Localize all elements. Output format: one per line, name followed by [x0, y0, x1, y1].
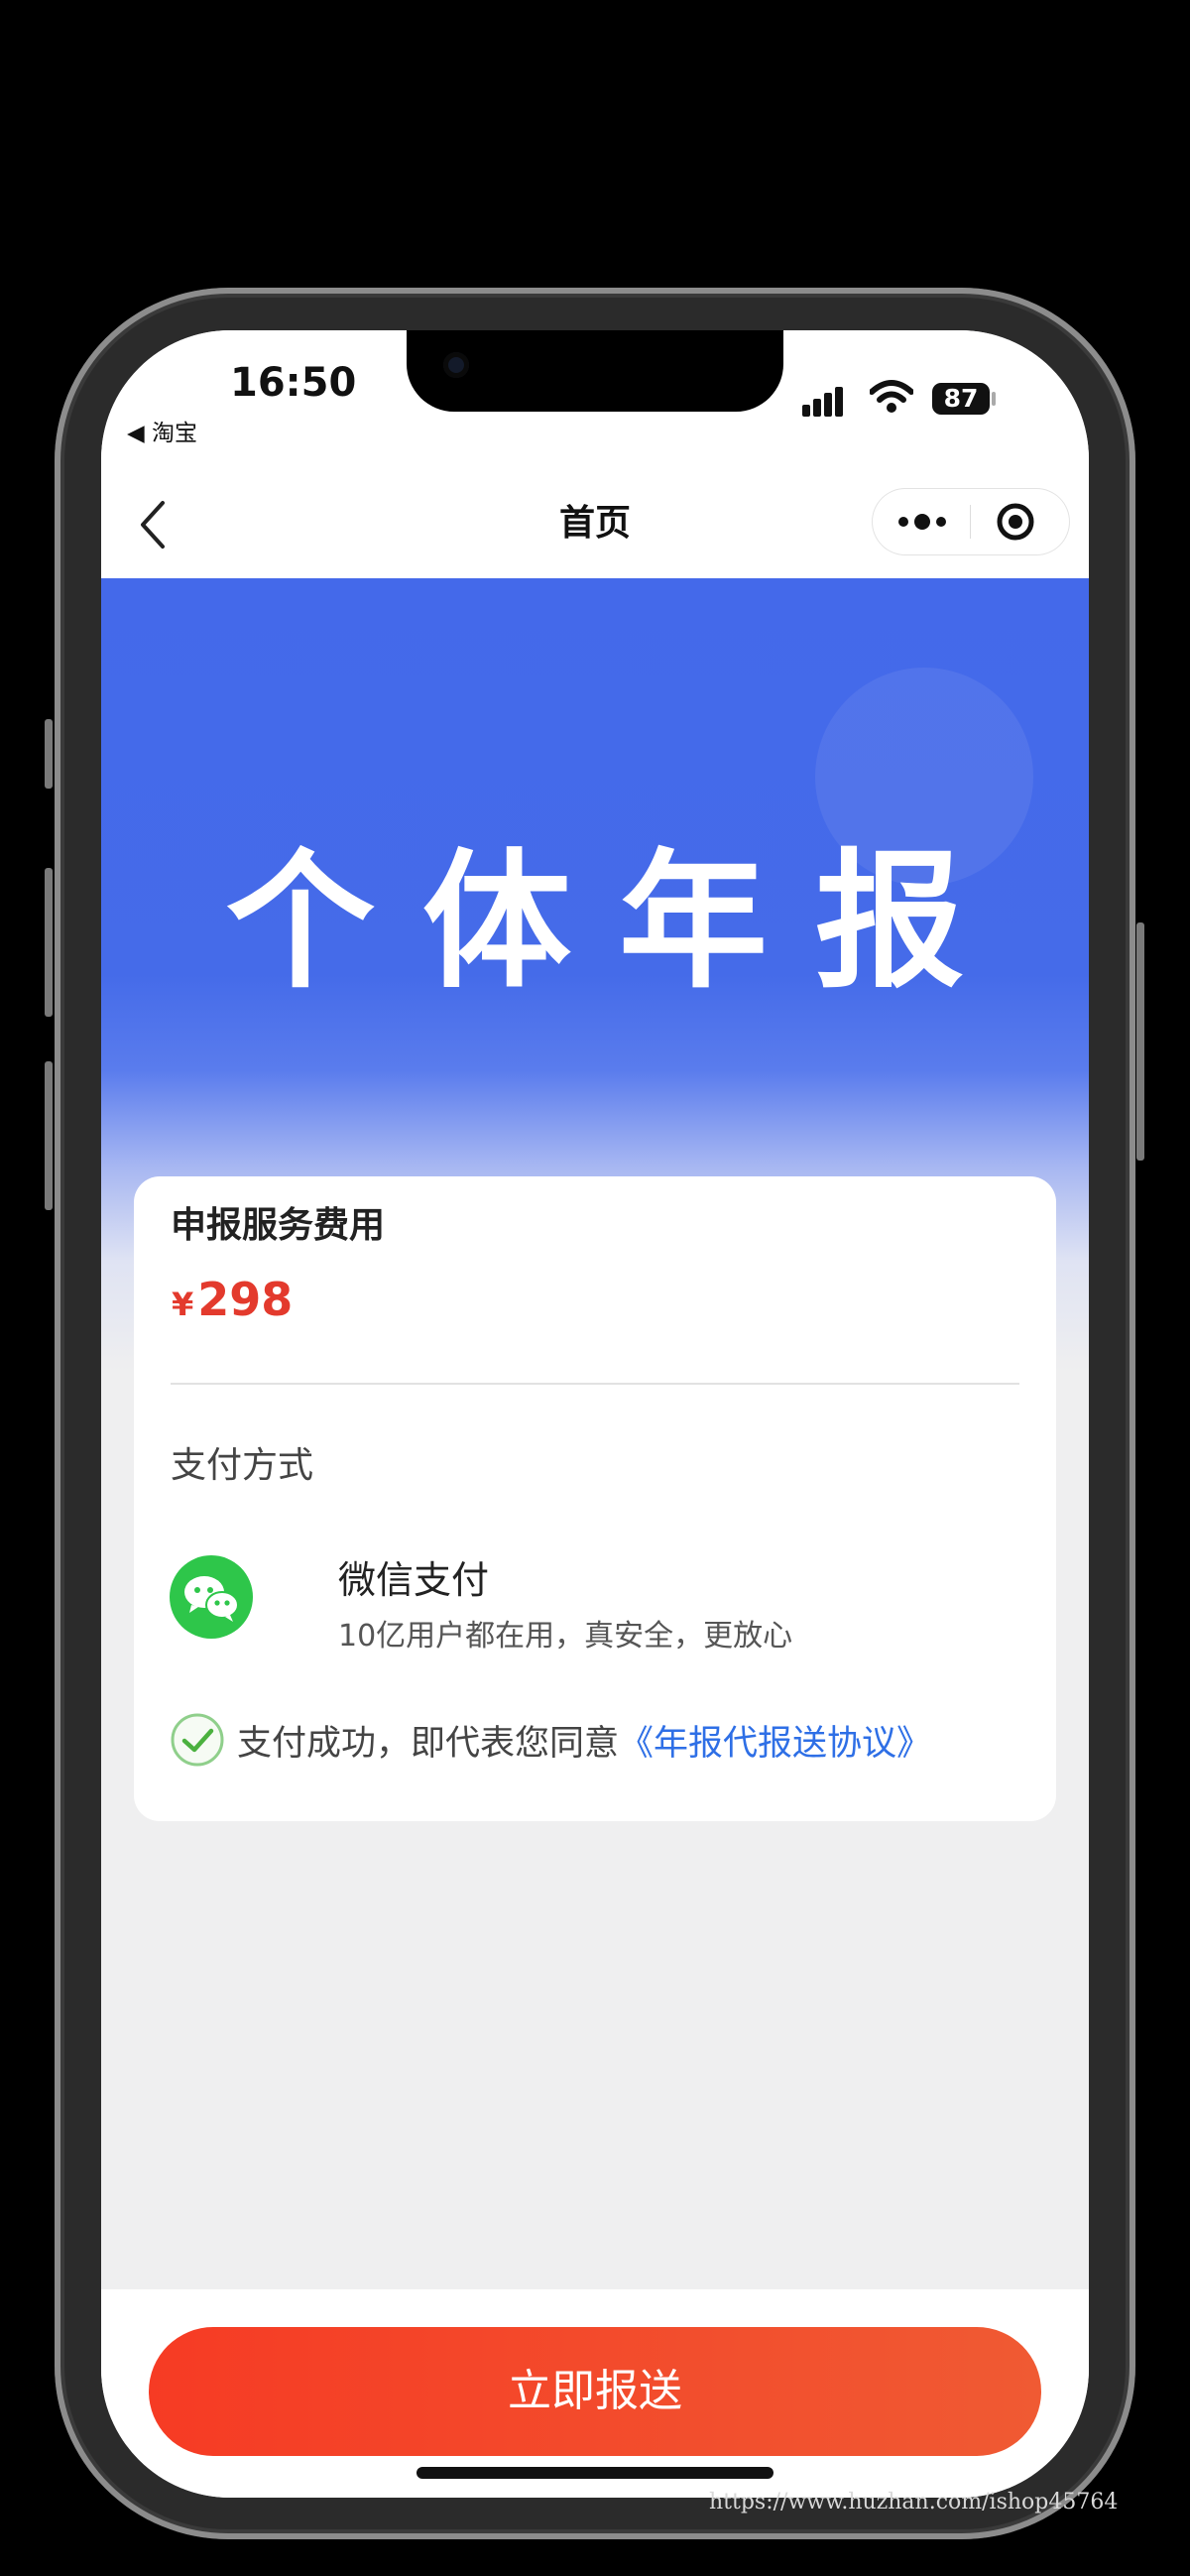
- fee-label: 申报服务费用: [171, 1205, 386, 1246]
- navbar: 首页: [101, 469, 1089, 578]
- target-circle-icon[interactable]: [996, 502, 1035, 542]
- camera-icon: [443, 352, 469, 378]
- submit-button[interactable]: 立即报送: [149, 2327, 1041, 2456]
- home-indicator: [416, 2467, 774, 2479]
- agreement-prefix: 支付成功，即代表您同意: [237, 1724, 620, 1764]
- status-time: 16:50: [230, 360, 357, 406]
- back-to-app-link[interactable]: ◀ 淘宝: [127, 414, 197, 447]
- phone-mute-switch: [45, 719, 53, 789]
- price-currency: ¥: [172, 1286, 194, 1323]
- mini-program-capsule: [873, 489, 1069, 554]
- wechat-pay-description: 10亿用户都在用，真安全，更放心: [338, 1619, 793, 1654]
- wechat-pay-name[interactable]: 微信支付: [338, 1549, 489, 1604]
- watermark-text: https://www.huzhan.com/ishop45764: [709, 2490, 1119, 2515]
- price-amount: 298: [197, 1273, 294, 1326]
- agreement-text: 支付成功，即代表您同意《年报代报送协议》: [237, 1715, 931, 1766]
- phone-power-button: [1136, 922, 1144, 1161]
- wifi-icon: [870, 380, 913, 413]
- payment-method-label: 支付方式: [171, 1445, 314, 1486]
- payment-card: 申报服务费用 ¥298 支付方式 微信支付 10亿用户都在用，真安全，更放心 支…: [134, 1176, 1056, 1821]
- check-circle-icon[interactable]: [170, 1712, 225, 1768]
- phone-screen: 16:50 ◀ 淘宝 87 首页 个体年报 申报服务费用 ¥298 支付方式 微…: [101, 330, 1089, 2498]
- capsule-divider: [970, 505, 971, 539]
- divider: [171, 1383, 1019, 1385]
- price: ¥298: [172, 1273, 293, 1326]
- phone-volume-down: [45, 1061, 53, 1210]
- wechat-icon[interactable]: [170, 1555, 253, 1639]
- battery-icon: [992, 392, 996, 406]
- chevron-left-icon[interactable]: [135, 497, 171, 552]
- agreement-link[interactable]: 《年报代报送协议》: [619, 1724, 931, 1764]
- banner-title: 个体年报: [225, 836, 1012, 1009]
- phone-volume-up: [45, 868, 53, 1017]
- signal-icon: [802, 387, 852, 417]
- more-dots-icon[interactable]: [894, 513, 950, 531]
- battery-level: 87: [932, 383, 990, 415]
